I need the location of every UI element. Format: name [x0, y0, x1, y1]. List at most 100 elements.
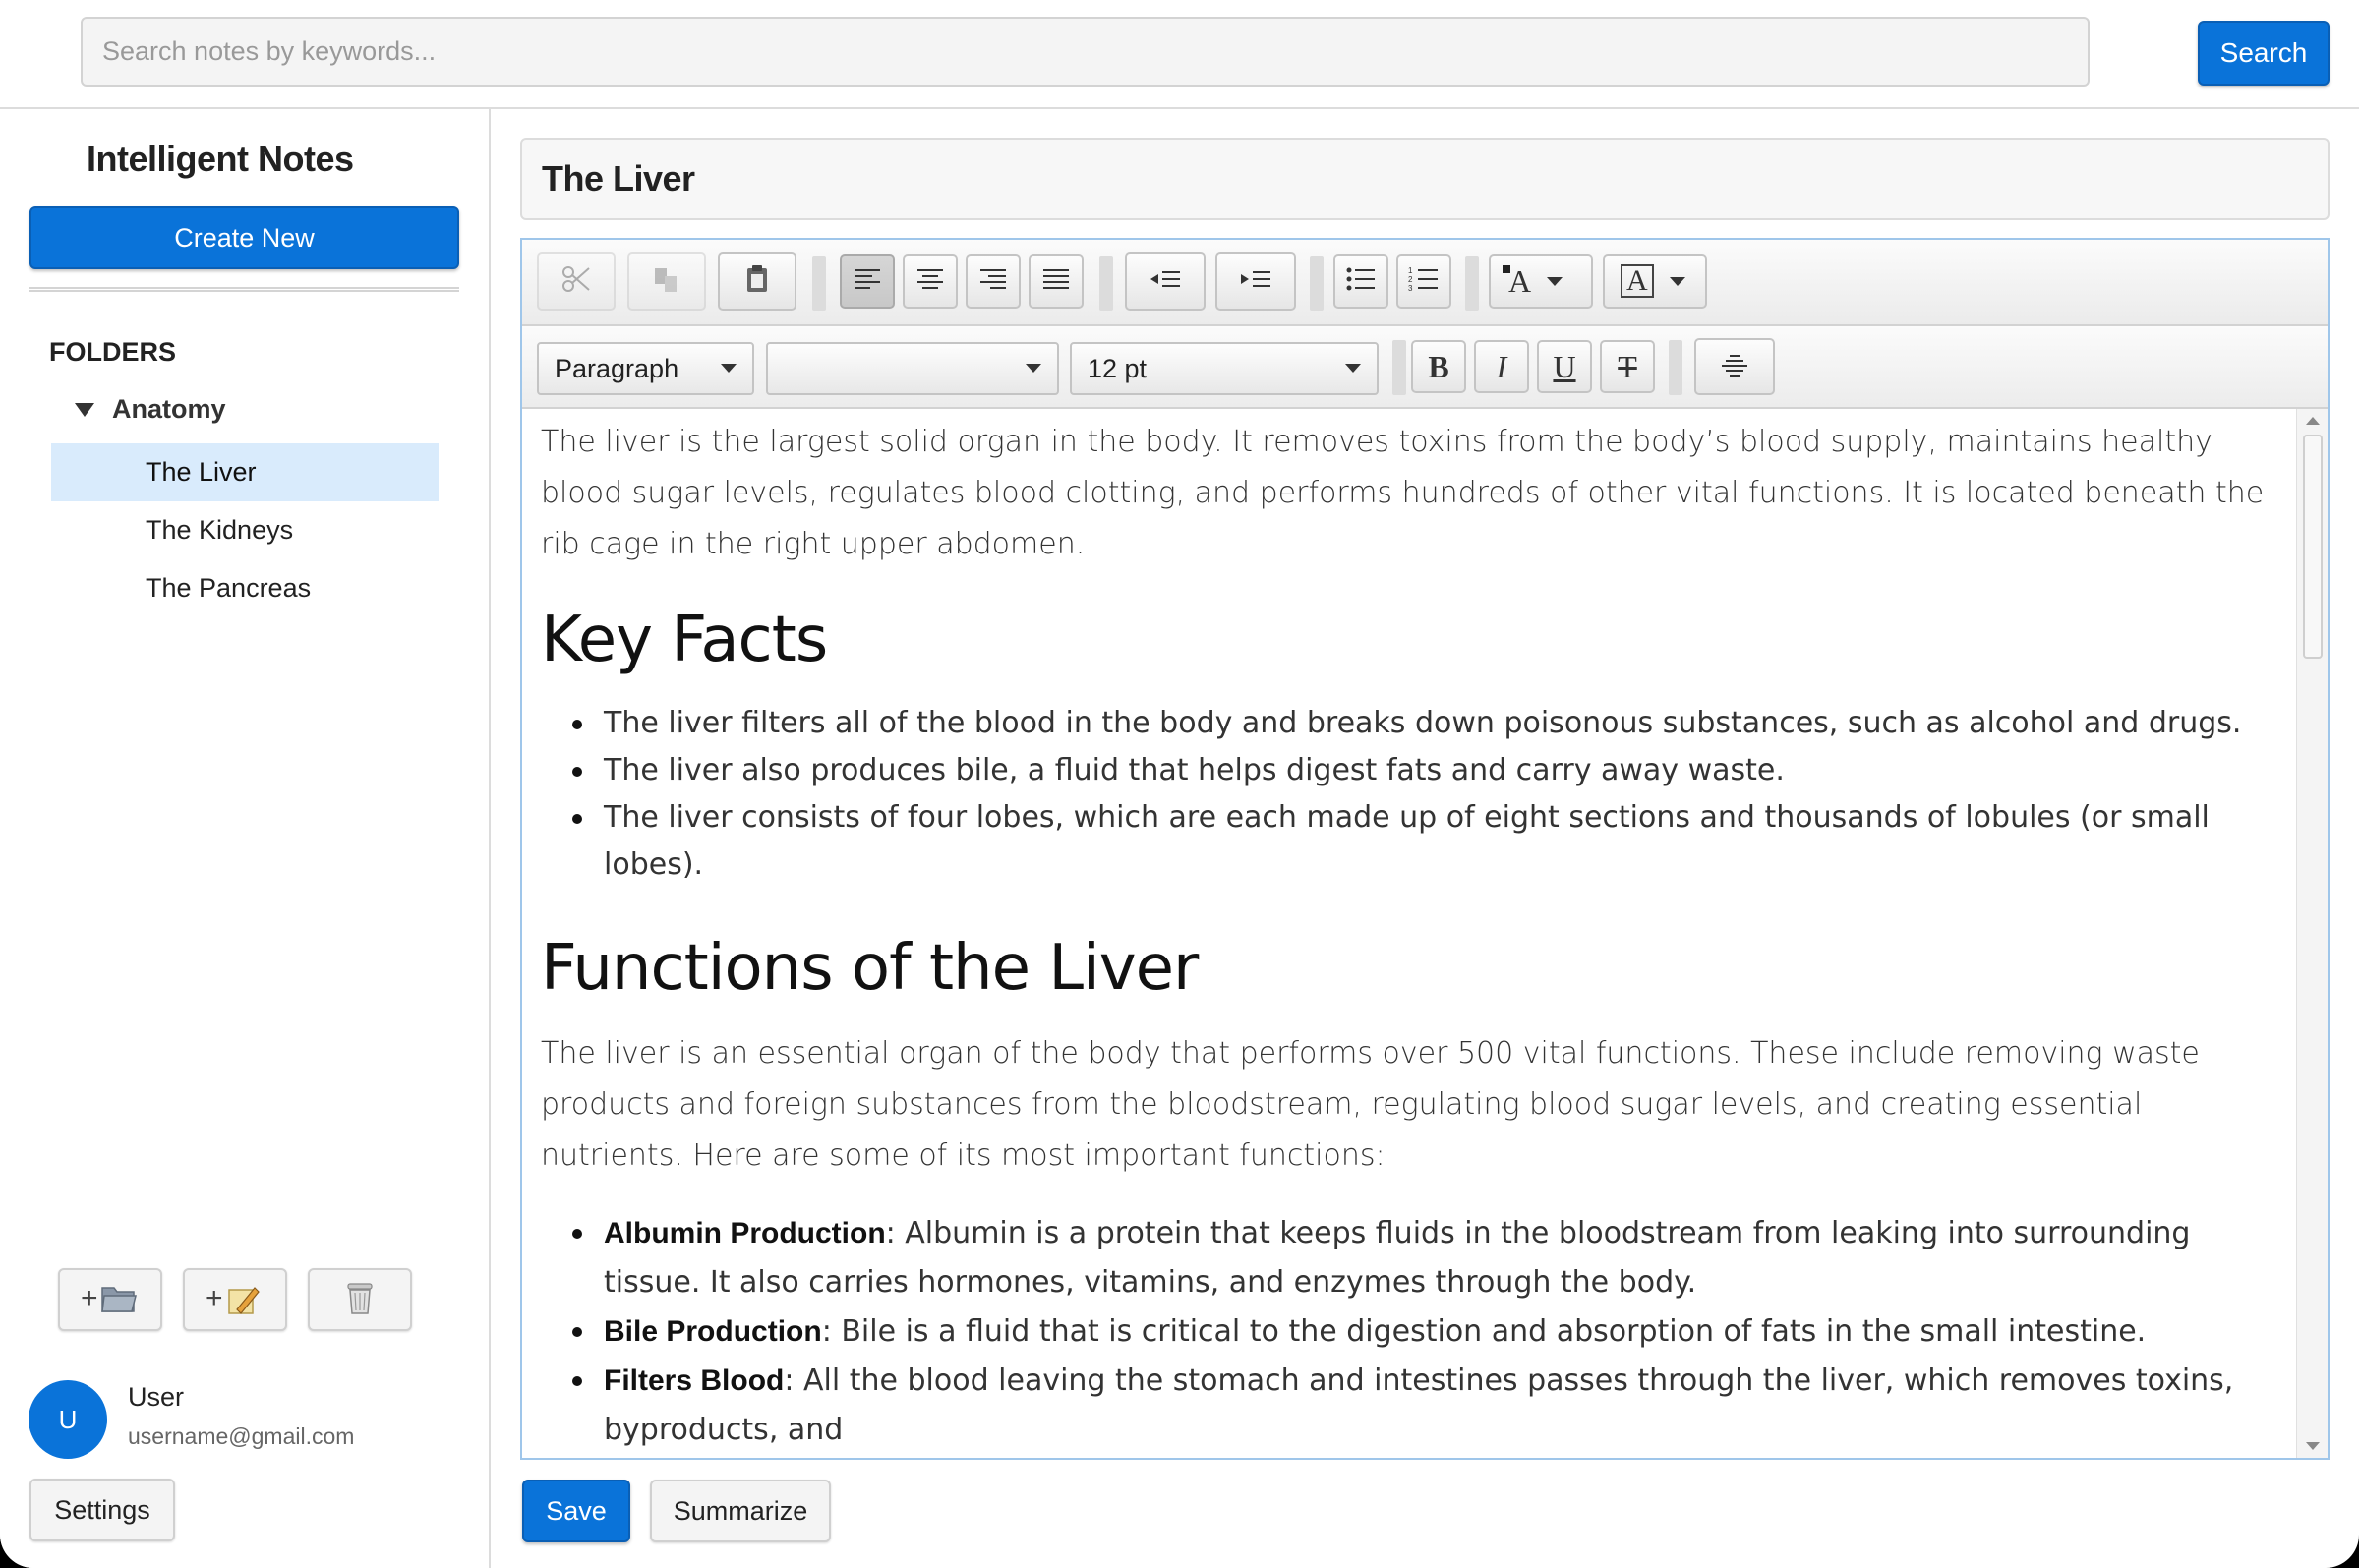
- list-item: The liver also produces bile, a fluid th…: [541, 747, 2276, 794]
- editor-toolbar-secondary: Paragraph 12 pt B I U T: [522, 326, 2328, 409]
- align-justify-button[interactable]: [1029, 254, 1084, 309]
- underline-icon: U: [1553, 348, 1576, 384]
- block-format-select[interactable]: Paragraph: [537, 342, 754, 395]
- editor-scrollbar[interactable]: [2296, 409, 2328, 1458]
- background-color-button[interactable]: A: [1603, 254, 1707, 309]
- align-justify-icon: [1041, 267, 1071, 296]
- bold-icon: B: [1428, 348, 1449, 384]
- scrollbar-thumb[interactable]: [2303, 435, 2323, 659]
- toolbar-separator: [1310, 256, 1324, 311]
- settings-button[interactable]: Settings: [29, 1479, 175, 1541]
- list-item-desc: : Bile is a fluid that is critical to th…: [821, 1314, 2147, 1349]
- underline-button[interactable]: U: [1537, 340, 1592, 393]
- folder-anatomy[interactable]: Anatomy: [75, 394, 226, 425]
- strikethrough-button[interactable]: T: [1600, 340, 1655, 393]
- editor-content[interactable]: The liver is the largest solid organ in …: [522, 409, 2296, 1458]
- new-folder-button[interactable]: +: [58, 1268, 162, 1331]
- cut-button[interactable]: [537, 252, 616, 311]
- horizontal-rule-icon: [1720, 350, 1749, 384]
- chevron-down-icon: [1547, 276, 1563, 286]
- align-right-icon: [978, 267, 1008, 296]
- key-facts-heading: Key Facts: [541, 604, 828, 676]
- outdent-icon: [1149, 267, 1182, 296]
- list-item: Filters Blood: All the blood leaving the…: [541, 1357, 2276, 1455]
- functions-intro-paragraph: The liver is an essential organ of the b…: [541, 1036, 2200, 1173]
- chevron-down-icon: [721, 364, 737, 373]
- strikethrough-icon: T: [1618, 348, 1637, 384]
- sidebar-divider: [29, 287, 459, 292]
- outdent-button[interactable]: [1125, 252, 1206, 311]
- svg-text:+: +: [81, 1282, 98, 1314]
- text-color-button[interactable]: A: [1489, 254, 1593, 309]
- save-button[interactable]: Save: [522, 1480, 630, 1542]
- align-center-button[interactable]: [903, 254, 958, 309]
- intro-paragraph: The liver is the largest solid organ in …: [541, 425, 2265, 561]
- align-left-button[interactable]: [840, 254, 895, 309]
- sidebar: Intelligent Notes Create New FOLDERS Ana…: [0, 109, 491, 1568]
- background-color-icon: A: [1621, 264, 1654, 298]
- search-button[interactable]: Search: [2198, 21, 2330, 86]
- svg-text:1: 1: [1408, 266, 1413, 275]
- font-size-value: 12 pt: [1088, 354, 1148, 383]
- avatar[interactable]: U: [29, 1380, 107, 1459]
- list-item: Albumin Production: Albumin is a protein…: [541, 1209, 2276, 1307]
- svg-text:+: +: [206, 1282, 223, 1314]
- align-right-button[interactable]: [966, 254, 1021, 309]
- copy-button[interactable]: [627, 252, 706, 311]
- svg-text:2: 2: [1408, 275, 1413, 284]
- copy-icon: [650, 262, 683, 301]
- svg-text:3: 3: [1408, 284, 1413, 292]
- functions-heading: Functions of the Liver: [541, 932, 1199, 1005]
- user-name: User: [128, 1382, 185, 1412]
- italic-icon: I: [1496, 348, 1507, 384]
- create-new-button[interactable]: Create New: [29, 206, 459, 269]
- chevron-down-icon: [1026, 364, 1041, 373]
- trash-icon: [340, 1278, 380, 1322]
- new-note-icon: +: [206, 1278, 265, 1322]
- list-item-term: Bile Production: [604, 1315, 822, 1348]
- toolbar-separator: [1669, 340, 1682, 395]
- app-window: Search Intelligent Notes Create New FOLD…: [0, 0, 2359, 1568]
- font-size-select[interactable]: 12 pt: [1070, 342, 1379, 395]
- note-item-the-liver[interactable]: The Liver: [51, 443, 439, 501]
- chevron-down-icon: [1669, 276, 1685, 286]
- align-left-icon: [853, 267, 882, 296]
- delete-button[interactable]: [308, 1268, 412, 1331]
- indent-button[interactable]: [1215, 252, 1296, 311]
- folder-name: Anatomy: [112, 394, 226, 424]
- paste-button[interactable]: [718, 252, 796, 311]
- top-bar: Search: [0, 0, 2359, 109]
- user-email: username@gmail.com: [128, 1423, 355, 1449]
- numbered-list-button[interactable]: 123: [1396, 254, 1451, 309]
- list-item: Bile Production: Bile is a fluid that is…: [541, 1307, 2276, 1357]
- horizontal-rule-button[interactable]: [1694, 338, 1775, 395]
- toolbar-separator: [1099, 256, 1113, 311]
- note-item-the-kidneys[interactable]: The Kidneys: [51, 501, 439, 559]
- note-title-field[interactable]: [520, 138, 2330, 220]
- summarize-button[interactable]: Summarize: [650, 1480, 831, 1542]
- list-item-desc: : All the blood leaving the stomach and …: [604, 1364, 2234, 1447]
- toolbar-separator: [812, 256, 826, 311]
- font-family-select[interactable]: [766, 342, 1059, 395]
- bullet-list-button[interactable]: [1333, 254, 1388, 309]
- search-input[interactable]: [81, 17, 2090, 87]
- clipboard-icon: [740, 262, 774, 301]
- toolbar-separator: [1392, 340, 1406, 395]
- numbered-list-icon: 123: [1408, 266, 1440, 297]
- toolbar-separator: [1465, 256, 1479, 311]
- app-title: Intelligent Notes: [87, 139, 354, 179]
- bullet-list-icon: [1345, 266, 1377, 297]
- list-item-term: Albumin Production: [604, 1217, 886, 1249]
- bold-button[interactable]: B: [1411, 340, 1466, 393]
- note-item-the-pancreas[interactable]: The Pancreas: [51, 559, 439, 617]
- list-item: The liver consists of four lobes, which …: [541, 794, 2276, 889]
- scroll-down-icon[interactable]: [2306, 1442, 2320, 1450]
- italic-button[interactable]: I: [1474, 340, 1529, 393]
- scroll-up-icon[interactable]: [2306, 417, 2320, 425]
- expand-triangle-icon[interactable]: [75, 402, 94, 417]
- align-center-icon: [915, 267, 945, 296]
- folders-heading: FOLDERS: [49, 337, 177, 367]
- chevron-down-icon: [1345, 364, 1361, 373]
- new-note-button[interactable]: +: [183, 1268, 287, 1331]
- rich-text-editor: 123 A A Paragraph 12 pt B I U T The live…: [520, 238, 2330, 1460]
